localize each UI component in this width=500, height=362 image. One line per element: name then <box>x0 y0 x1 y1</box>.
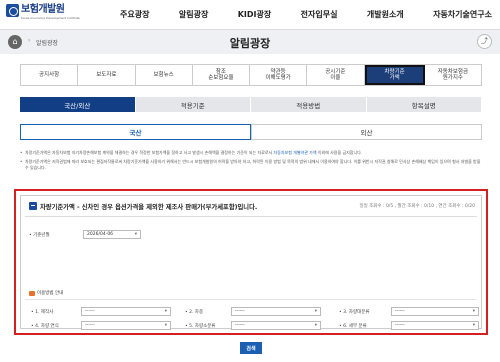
tab-label: 보도자료 <box>96 71 117 78</box>
tab-label: 공시기준 이율 <box>325 68 346 82</box>
vehicle-type-select-value: ------ <box>235 309 245 314</box>
usage-guide-link[interactable]: 이용방법 안내 <box>37 290 63 296</box>
main-menu: 주요광장 알림광장 KIDI광장 전자입무실 개발원소개 자동차기술연구소 <box>120 9 492 20</box>
chevron-down-icon: ▾ <box>314 323 317 328</box>
book-icon <box>29 291 35 296</box>
notice-text: 차량기준가액은 저작권법에 따라 보호되는 편집저작물로써 차량기준가액을 사용… <box>25 158 481 171</box>
tab-reference-rate[interactable]: 참조 순보험요율 <box>192 65 250 85</box>
category-tabs: 국산/외산 적용기준 적용방법 항목설명 <box>20 97 482 112</box>
logo-subtitle: Korea Insurance Development Institute <box>21 16 80 20</box>
notice-list: 차량기준가액은 자동차보험 자기차량손해보험 계약을 체결하는 경우 적정한 보… <box>20 150 482 174</box>
tab-item-description[interactable]: 항목설명 <box>366 97 482 112</box>
search-button[interactable]: 검색 <box>240 342 262 354</box>
tab-label: 참조 순보험요율 <box>208 68 234 82</box>
top-navigation: 보험개발원 Korea Insurance Development Instit… <box>0 0 500 30</box>
query-counts: 일일 조회수 : 0/5 , 월간 조회수 : 0/10 , 연간 조회수 : … <box>359 204 475 209</box>
model-year-select-value: ------ <box>85 323 95 328</box>
form-panel: 차량기준가액 - 신차인 경우 옵션가격을 제외한 제조사 판매가(부가세포함)… <box>20 195 482 330</box>
notice-text-tail: 이외에 사용을 금지합니다. <box>316 150 363 155</box>
menu-item-about[interactable]: 개발원소개 <box>367 9 404 20</box>
sub-category-label: • 6. 세부 분류 <box>339 324 367 329</box>
sub-category-select[interactable]: ------ ▾ <box>391 321 479 330</box>
major-category-select[interactable]: ------ ▾ <box>391 307 479 316</box>
tab-vehicle-standard-value[interactable]: 차량기준 가액 <box>364 65 425 85</box>
menu-item-notice-square[interactable]: 알림광장 <box>179 9 208 20</box>
form-title: 차량기준가액 - 신차인 경우 옵션가격을 제외한 제조사 판매가(부가세포함)… <box>40 204 258 211</box>
notice-link[interactable]: 자동차보험 개별약관 가액 <box>274 150 317 155</box>
tab-label: 보험뉴스 <box>153 71 174 78</box>
tab-domestic[interactable]: 국산 <box>20 124 251 140</box>
logo[interactable]: 보험개발원 Korea Insurance Development Instit… <box>6 4 80 20</box>
tab-press-release[interactable]: 보도자료 <box>78 65 136 85</box>
form-title-icon <box>29 202 37 210</box>
minor-category-select-value: ------ <box>235 323 245 328</box>
tab-label: 자동차보험금 원가지수 <box>437 68 469 82</box>
logo-text: 보험개발원 <box>21 4 65 15</box>
tab-notices[interactable]: 공지사항 <box>21 65 79 85</box>
tab-label: 차량기준 가액 <box>384 68 405 82</box>
date-select-value: 2026/04-06 <box>87 232 114 237</box>
tab-terms-evaluation[interactable]: 약관등 이해도평가 <box>250 65 308 85</box>
major-category-select-value: ------ <box>395 309 405 314</box>
tab-insurance-news[interactable]: 보험뉴스 <box>135 65 193 85</box>
minor-category-select[interactable]: ------ ▾ <box>231 321 321 330</box>
divider <box>25 216 477 217</box>
sub-tabs: 공지사항 보도자료 보험뉴스 참조 순보험요율 약관등 이해도평가 공시기준 이… <box>20 64 482 86</box>
notice-text: 차량기준가액은 자동차보험 자기차량손해보험 계약을 체결하는 경우 적정한 보… <box>25 150 274 155</box>
date-label: • 기준년월 <box>29 233 50 238</box>
chevron-down-icon: ▾ <box>314 309 317 314</box>
notice-item: 차량기준가액은 자동차보험 자기차량손해보험 계약을 체결하는 경우 적정한 보… <box>20 150 482 157</box>
date-select[interactable]: 2026/04-06 ▾ <box>83 230 141 239</box>
chevron-down-icon: ▾ <box>472 309 475 314</box>
origin-tabs: 국산 외산 <box>20 124 482 140</box>
menu-item-auto-research[interactable]: 자동차기술연구소 <box>433 9 492 20</box>
model-year-select[interactable]: ------ ▾ <box>81 321 171 330</box>
chevron-down-icon: ▾ <box>164 323 167 328</box>
vehicle-type-label: • 2. 차종 <box>185 310 204 315</box>
menu-item-e-office[interactable]: 전자입무실 <box>301 9 338 20</box>
divider <box>25 299 477 300</box>
chevron-down-icon: ▾ <box>134 232 137 237</box>
sub-category-select-value: ------ <box>395 323 405 328</box>
vehicle-search-form: 차량기준가액 - 신차인 경우 옵션가격을 제외한 제조사 판매가(부가세포함)… <box>14 189 488 335</box>
manufacturer-select-value: ------ <box>85 309 95 314</box>
tab-label: 공지사항 <box>39 71 60 78</box>
tab-claim-cost-index[interactable]: 자동차보험금 원가지수 <box>424 65 481 85</box>
minor-category-label: • 5. 차량소분류 <box>185 324 216 329</box>
logo-mark-icon <box>6 4 19 17</box>
manufacturer-select[interactable]: ------ ▾ <box>81 307 171 316</box>
tab-label: 약관등 이해도평가 <box>265 68 291 82</box>
menu-item-main-square[interactable]: 주요광장 <box>120 9 149 20</box>
menu-item-kidi-square[interactable]: KIDI광장 <box>238 9 272 20</box>
page-title: 알림광장 <box>229 37 271 50</box>
tab-foreign[interactable]: 외산 <box>251 124 482 140</box>
title-bar: ⌂ › 알림광장 알림광장 ⤴ <box>0 30 500 54</box>
vehicle-type-select[interactable]: ------ ▾ <box>231 307 321 316</box>
tab-domestic-foreign[interactable]: 국산/외산 <box>20 97 136 112</box>
chevron-down-icon: ▾ <box>164 309 167 314</box>
notice-item: 차량기준가액은 저작권법에 따라 보호되는 편집저작물로써 차량기준가액을 사용… <box>20 159 482 172</box>
chevron-down-icon: ▾ <box>472 323 475 328</box>
manufacturer-label: • 1. 제작사 <box>31 310 54 315</box>
share-icon[interactable]: ⤴ <box>477 34 492 49</box>
model-year-label: • 4. 차량 연식 <box>31 324 59 329</box>
tab-application-criteria[interactable]: 적용기준 <box>135 97 251 112</box>
tab-disclosure-rate[interactable]: 공시기준 이율 <box>307 65 365 85</box>
tab-application-method[interactable]: 적용방법 <box>251 97 367 112</box>
major-category-label: • 3. 차량대분류 <box>339 310 370 315</box>
